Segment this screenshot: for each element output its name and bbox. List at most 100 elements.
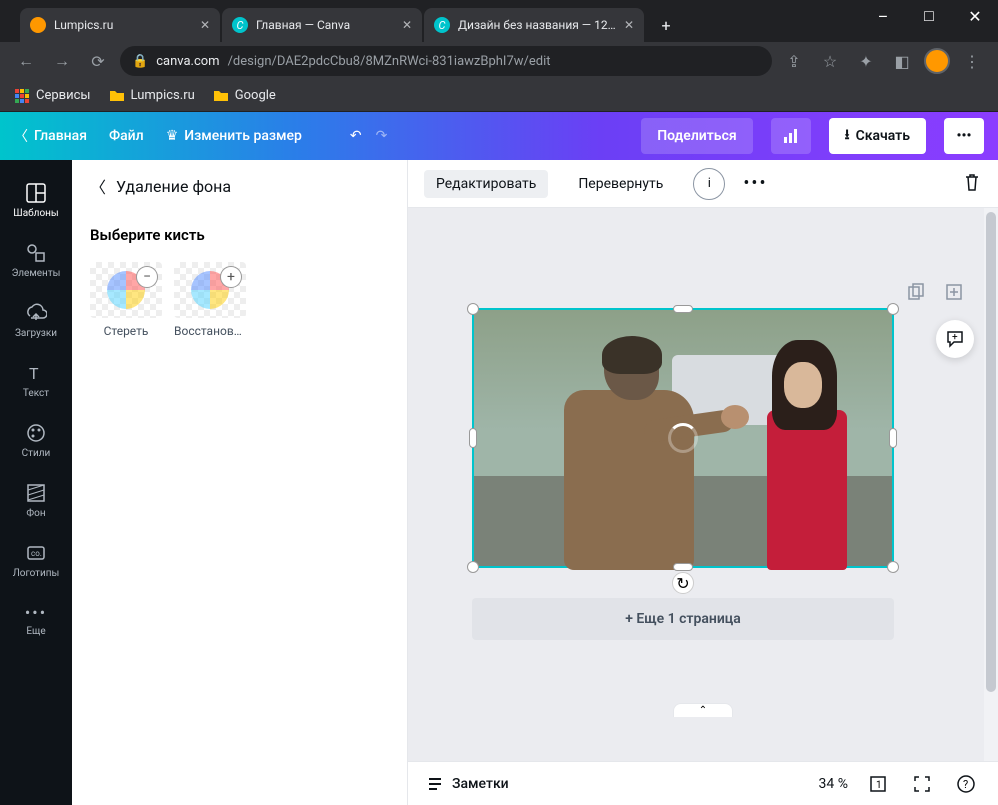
resize-handle[interactable]: [887, 561, 899, 573]
browser-tab[interactable]: C Главная — Canva ✕: [222, 8, 422, 42]
new-tab-button[interactable]: +: [652, 11, 680, 39]
resize-handle[interactable]: [673, 305, 693, 313]
info-button[interactable]: i: [693, 168, 725, 200]
folder-icon: [109, 88, 125, 104]
notes-label: Заметки: [452, 776, 509, 792]
canvas-page[interactable]: ↻: [472, 308, 894, 568]
edit-image-button[interactable]: Редактировать: [424, 170, 548, 198]
resize-handle[interactable]: [887, 303, 899, 315]
url-domain: canva.com: [156, 54, 219, 69]
extensions-icon[interactable]: ✦: [852, 47, 880, 75]
resize-handle[interactable]: [889, 428, 897, 448]
window-close[interactable]: ✕: [952, 0, 998, 32]
bookmark-label: Google: [235, 88, 276, 103]
brush-label: Восстанови…: [174, 324, 246, 338]
bookmark-star-icon[interactable]: ☆: [816, 47, 844, 75]
brush-restore[interactable]: + Восстанови…: [174, 262, 246, 338]
plus-icon: +: [220, 266, 242, 288]
rail-logos[interactable]: co. Логотипы: [0, 530, 72, 590]
delete-button[interactable]: [962, 172, 982, 196]
duplicate-page-button[interactable]: [902, 278, 930, 306]
fullscreen-icon: [913, 775, 931, 793]
sidepanel-icon[interactable]: ◧: [888, 47, 916, 75]
add-page-button[interactable]: [940, 278, 968, 306]
expand-pages-handle[interactable]: ⌃: [673, 703, 733, 717]
canvas-viewport[interactable]: + ↻ + Еще: [408, 208, 998, 761]
app-toolbar: 〈 Главная Файл ♛ Изменить размер ↶ ↷ Под…: [0, 112, 998, 160]
lock-icon: 🔒: [132, 54, 148, 69]
browser-menu-icon[interactable]: ⋮: [958, 47, 986, 75]
page-count-button[interactable]: 1: [864, 770, 892, 798]
resize-handle[interactable]: [673, 563, 693, 571]
vertical-scrollbar[interactable]: [984, 208, 998, 761]
download-button[interactable]: ⭳ Скачать: [829, 118, 926, 154]
more-options-button[interactable]: •••: [743, 173, 767, 194]
rail-more[interactable]: ••• Еще: [0, 590, 72, 650]
home-button[interactable]: 〈 Главная: [14, 126, 87, 146]
brush-erase[interactable]: − Стереть: [90, 262, 162, 338]
rotate-handle[interactable]: ↻: [672, 572, 694, 594]
window-maximize[interactable]: □: [906, 0, 952, 32]
resize-handle[interactable]: [467, 561, 479, 573]
text-icon: T: [25, 362, 47, 384]
rail-text[interactable]: T Текст: [0, 350, 72, 410]
notes-button[interactable]: Заметки: [426, 775, 509, 793]
crown-icon: ♛: [166, 128, 179, 144]
styles-icon: [25, 422, 47, 444]
help-icon: ?: [956, 774, 976, 794]
url-path: /design/DAE2pdcCbu8/8MZnRWci-831iawzBphI…: [228, 54, 551, 69]
flip-button[interactable]: Перевернуть: [566, 170, 675, 198]
resize-handle[interactable]: [467, 303, 479, 315]
window-minimize[interactable]: –: [860, 0, 906, 32]
nav-reload-button[interactable]: ⟳: [84, 47, 112, 75]
close-icon[interactable]: ✕: [402, 18, 412, 32]
svg-text:+: +: [952, 332, 958, 343]
bookmark-folder[interactable]: Lumpics.ru: [109, 88, 195, 104]
resize-label: Изменить размер: [184, 128, 302, 144]
minus-icon: −: [136, 266, 158, 288]
bookmark-folder[interactable]: Google: [213, 88, 276, 104]
home-label: Главная: [34, 128, 87, 144]
rail-styles[interactable]: Стили: [0, 410, 72, 470]
panel-subtitle: Выберите кисть: [90, 226, 389, 244]
more-menu-button[interactable]: •••: [944, 118, 984, 154]
rail-elements[interactable]: Элементы: [0, 230, 72, 290]
comment-fab[interactable]: +: [936, 320, 974, 358]
trash-icon: [962, 172, 982, 192]
browser-tab-active[interactable]: C Дизайн без названия — 1200 ✕: [424, 8, 644, 42]
analytics-button[interactable]: [771, 118, 811, 154]
panel-back-button[interactable]: 〈 Удаление фона: [90, 174, 389, 198]
resize-handle[interactable]: [469, 428, 477, 448]
share-button[interactable]: Поделиться: [641, 118, 752, 154]
tab-title: Lumpics.ru: [54, 18, 194, 32]
favicon-icon: C: [232, 17, 248, 33]
close-icon[interactable]: ✕: [200, 18, 210, 32]
canvas-area: Редактировать Перевернуть i ••• +: [408, 160, 998, 805]
redo-button[interactable]: ↷: [376, 128, 388, 144]
zoom-level[interactable]: 34 %: [819, 776, 848, 792]
undo-button[interactable]: ↶: [350, 128, 362, 144]
apps-grid-icon: [14, 88, 30, 104]
rail-background[interactable]: Фон: [0, 470, 72, 530]
file-menu[interactable]: Файл: [109, 128, 144, 144]
rail-uploads[interactable]: Загрузки: [0, 290, 72, 350]
rail-label: Фон: [26, 508, 45, 519]
browser-tab[interactable]: Lumpics.ru ✕: [20, 8, 220, 42]
side-rail: Шаблоны Элементы Загрузки T Текст Стили …: [0, 160, 72, 805]
url-input[interactable]: 🔒 canva.com/design/DAE2pdcCbu8/8MZnRWci-…: [120, 46, 772, 76]
rail-templates[interactable]: Шаблоны: [0, 170, 72, 230]
bookmarks-bar: Сервисы Lumpics.ru Google: [0, 80, 998, 112]
nav-forward-button[interactable]: →: [48, 47, 76, 75]
brush-thumb: −: [90, 262, 162, 318]
fullscreen-button[interactable]: [908, 770, 936, 798]
share-url-icon[interactable]: ⇪: [780, 47, 808, 75]
help-button[interactable]: ?: [952, 770, 980, 798]
profile-avatar[interactable]: [924, 48, 950, 74]
nav-back-button[interactable]: ←: [12, 47, 40, 75]
add-page-bar[interactable]: + Еще 1 страница: [472, 598, 894, 640]
bookmark-apps[interactable]: Сервисы: [14, 88, 91, 104]
templates-icon: [25, 182, 47, 204]
close-icon[interactable]: ✕: [624, 18, 634, 32]
resize-button[interactable]: ♛ Изменить размер: [166, 128, 302, 144]
tab-title: Дизайн без названия — 1200: [458, 18, 618, 32]
